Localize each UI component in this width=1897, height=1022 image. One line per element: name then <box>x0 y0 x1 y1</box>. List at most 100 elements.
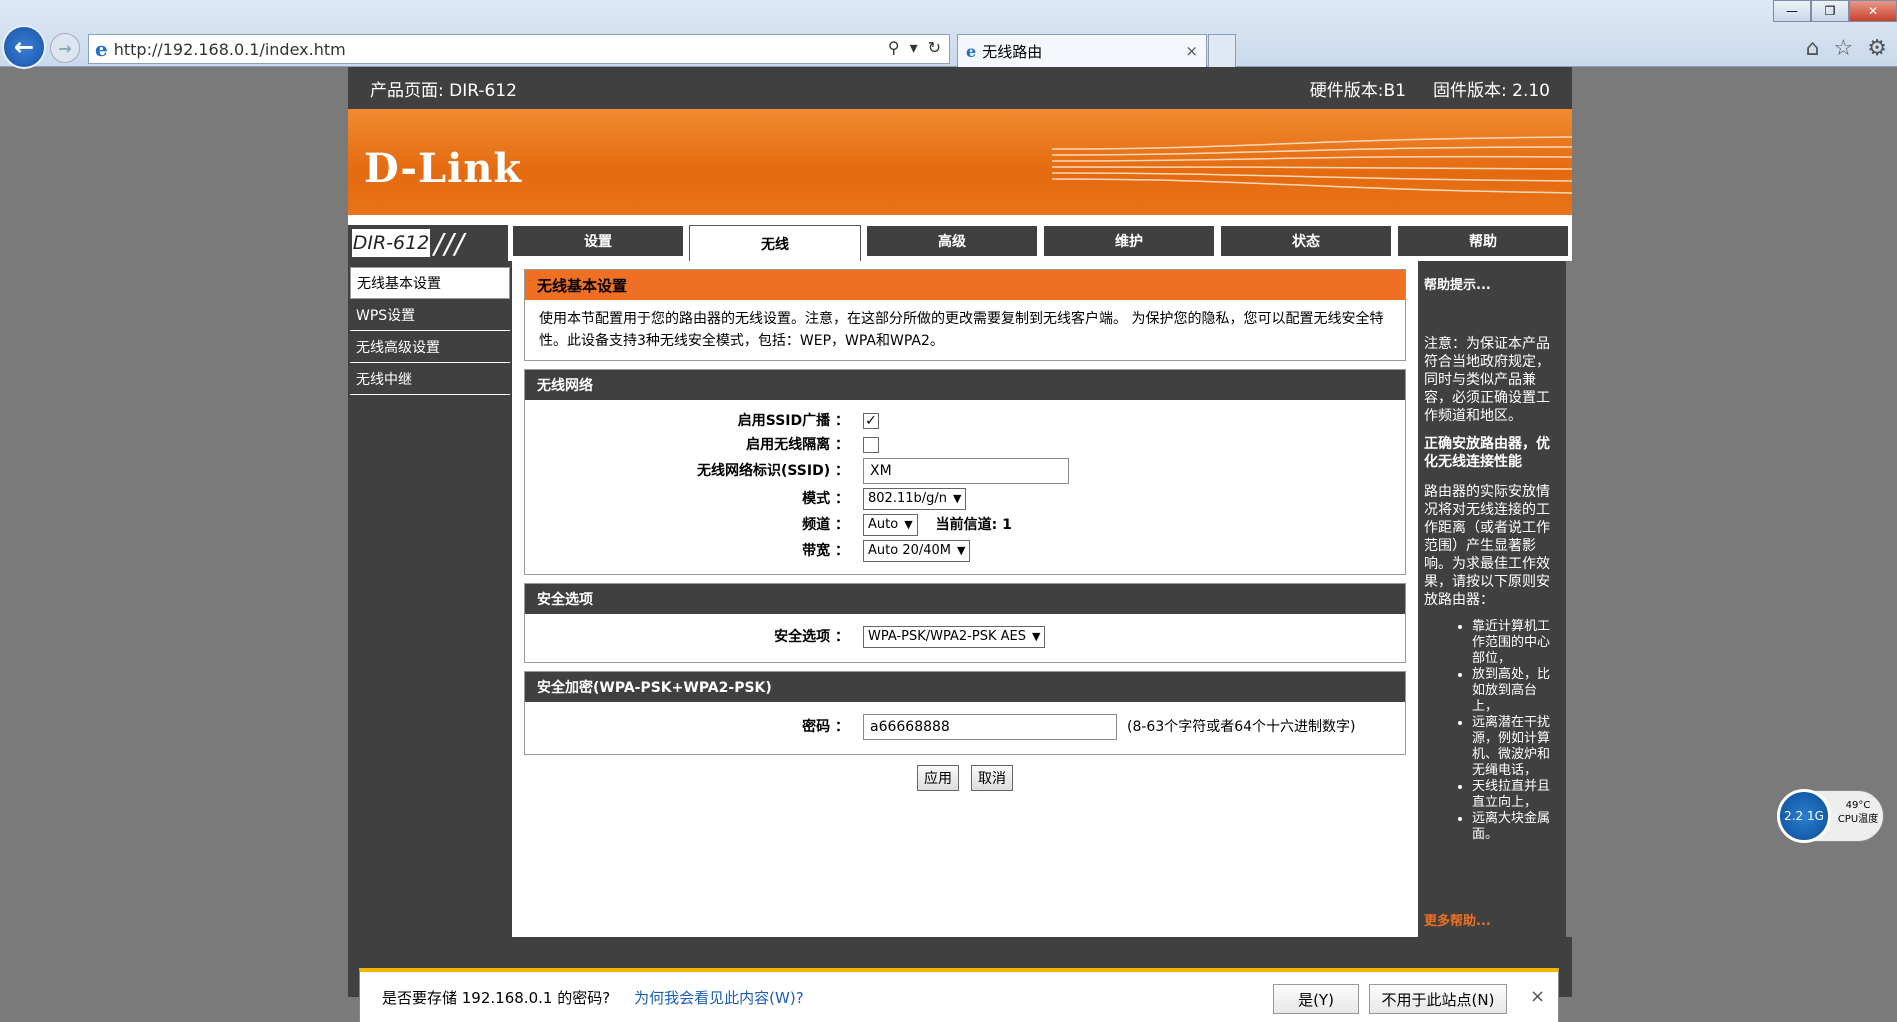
arrow-left-icon: ← <box>13 33 35 61</box>
main-body: 无线基本设置 WPS设置 无线高级设置 无线中继 无线基本设置 使用本节配置用于… <box>348 261 1572 937</box>
security-title: 安全选项 <box>525 584 1405 614</box>
security-option-value: WPA-PSK/WPA2-PSK AES <box>868 629 1026 644</box>
model-name: DIR-612 <box>352 229 430 257</box>
security-box: 安全选项 安全选项 ： WPA-PSK/WPA2-PSK AES ▼ <box>524 583 1406 663</box>
tab-ie-icon: e <box>966 41 977 61</box>
bandwidth-select[interactable]: Auto 20/40M ▼ <box>863 540 971 562</box>
tab-wireless[interactable]: 无线 <box>689 225 861 261</box>
new-tab-button[interactable] <box>1208 34 1236 67</box>
why-link[interactable]: 为何我会看见此内容(W)? <box>634 987 804 1008</box>
list-item: 天线拉直并且直立向上， <box>1472 779 1560 811</box>
sidebar-item-repeater[interactable]: 无线中继 <box>350 363 510 395</box>
basic-settings-title: 无线基本设置 <box>525 270 1405 300</box>
window-close-button[interactable]: ✕ <box>1849 0 1897 22</box>
browser-tab[interactable]: e 无线路由 × <box>957 34 1207 67</box>
security-option-select[interactable]: WPA-PSK/WPA2-PSK AES ▼ <box>863 626 1046 648</box>
top-info-bar: 产品页面: DIR-612 硬件版本:B1 固件版本: 2.10 <box>348 67 1572 109</box>
sidebar: 无线基本设置 WPS设置 无线高级设置 无线中继 <box>348 261 512 937</box>
home-icon[interactable]: ⌂ <box>1806 36 1820 61</box>
isolation-label: 启用无线隔离 ： <box>746 437 849 453</box>
tab-maintenance[interactable]: 维护 <box>1043 225 1215 257</box>
url-text[interactable]: http://192.168.0.1/index.htm <box>114 40 346 59</box>
basic-settings-box: 无线基本设置 使用本节配置用于您的路由器的无线设置。注意，在这部分所做的更改需要… <box>524 269 1406 361</box>
channel-label: 频道 ： <box>802 517 849 533</box>
banner-decoration <box>1052 136 1572 194</box>
list-item: 远离大块金属面。 <box>1472 811 1560 843</box>
list-item: 靠近计算机工作范围的中心部位， <box>1472 619 1560 667</box>
version-info: 硬件版本:B1 固件版本: 2.10 <box>1310 76 1550 101</box>
channel-select[interactable]: Auto ▼ <box>863 514 918 536</box>
current-channel: 当前信道: 1 <box>935 517 1012 533</box>
hardware-version: 硬件版本:B1 <box>1309 80 1406 101</box>
browser-chrome: ← → e http://192.168.0.1/index.htm ⚲ ▾ ↻… <box>0 0 1897 69</box>
save-never-button[interactable]: 不用于此站点(N) <box>1369 984 1507 1014</box>
cpu-temp-label: CPU温度 <box>1837 814 1879 825</box>
password-label: 密码 ： <box>802 719 849 735</box>
isolation-checkbox[interactable] <box>863 437 879 453</box>
tab-advanced[interactable]: 高级 <box>866 225 1038 257</box>
refresh-icon[interactable]: ↻ <box>928 38 941 57</box>
tab-status[interactable]: 状态 <box>1220 225 1392 257</box>
cpu-temp-value: 49°C <box>1845 800 1871 811</box>
cpu-widget[interactable]: 2.2 1G 49°C CPU温度 <box>1777 789 1884 843</box>
search-icon[interactable]: ⚲ <box>888 38 900 57</box>
close-icon[interactable]: × <box>1530 986 1545 1007</box>
encryption-box: 安全加密(WPA-PSK+WPA2-PSK) 密码 ： a66668888 (8… <box>524 671 1406 755</box>
apply-button[interactable]: 应用 <box>917 765 959 791</box>
hints-paragraph: 路由器的实际安放情况将对无线连接的工作距离（或者说工作范围）产生显著影响。为求最… <box>1424 484 1550 608</box>
ssid-broadcast-label: 启用SSID广播 ： <box>737 413 849 429</box>
bandwidth-label: 带宽 ： <box>802 543 849 559</box>
channel-value: Auto <box>868 517 899 532</box>
tab-setup[interactable]: 设置 <box>512 225 684 257</box>
wireless-network-box: 无线网络 启用SSID广播 ： ✓ 启用无线隔离 ： 无线网络标识(SSID) … <box>524 369 1406 575</box>
ie-icon: e <box>95 37 108 61</box>
list-item: 远离潜在干扰源，例如计算机、微波炉和无绳电话， <box>1472 715 1560 779</box>
hints-list: 靠近计算机工作范围的中心部位， 放到高处，比如放到高台上， 远离潜在干扰源，例如… <box>1424 619 1560 843</box>
password-input[interactable]: a66668888 <box>863 714 1117 740</box>
sidebar-item-wireless-basic[interactable]: 无线基本设置 <box>350 267 510 299</box>
restore-button[interactable]: ❐ <box>1811 0 1849 22</box>
bandwidth-value: Auto 20/40M <box>868 543 951 558</box>
ssid-label: 无线网络标识(SSID) ： <box>696 463 849 479</box>
hints-title: 帮助提示... <box>1424 278 1491 293</box>
main-tabs: DIR-612 / / / 设置 无线 高级 维护 状态 帮助 <box>348 221 1572 261</box>
gear-icon[interactable]: ⚙ <box>1867 36 1887 61</box>
ssid-input[interactable]: XM <box>863 458 1069 484</box>
chevron-down-icon: ▼ <box>904 518 913 531</box>
minimize-button[interactable]: — <box>1773 0 1811 22</box>
save-yes-button[interactable]: 是(Y) <box>1273 984 1359 1014</box>
back-button[interactable]: ← <box>2 25 46 69</box>
dlink-banner: D-Link <box>348 109 1572 221</box>
dropdown-icon[interactable]: ▾ <box>910 38 918 57</box>
arrow-right-icon: → <box>58 38 72 58</box>
sidebar-item-wps[interactable]: WPS设置 <box>350 299 510 331</box>
chevron-down-icon: ▼ <box>953 492 962 505</box>
tab-help[interactable]: 帮助 <box>1397 225 1569 257</box>
action-buttons: 应用 取消 <box>524 765 1406 791</box>
sidebar-item-wireless-advanced[interactable]: 无线高级设置 <box>350 331 510 363</box>
save-password-question: 是否要存储 192.168.0.1 的密码? <box>382 988 611 1007</box>
ssid-broadcast-checkbox[interactable]: ✓ <box>863 413 879 429</box>
more-help-link[interactable]: 更多帮助... <box>1424 913 1491 931</box>
router-page: 产品页面: DIR-612 硬件版本:B1 固件版本: 2.10 D-Link … <box>348 67 1572 997</box>
list-item: 放到高处，比如放到高台上， <box>1472 667 1560 715</box>
save-password-bar: 是否要存储 192.168.0.1 的密码? 为何我会看见此内容(W)? 是(Y… <box>359 968 1559 1022</box>
security-option-label: 安全选项 ： <box>774 629 849 645</box>
model-badge: DIR-612 / / / <box>348 225 508 261</box>
slash-decoration: / / / <box>434 227 464 260</box>
hints-subtitle: 正确安放路由器，优化无线连接性能 <box>1424 436 1550 470</box>
cancel-button[interactable]: 取消 <box>971 765 1013 791</box>
content-area: 无线基本设置 使用本节配置用于您的路由器的无线设置。注意，在这部分所做的更改需要… <box>512 261 1418 937</box>
product-page-label: 产品页面: DIR-612 <box>370 80 517 101</box>
address-bar[interactable]: e http://192.168.0.1/index.htm ⚲ ▾ ↻ <box>88 34 950 64</box>
mode-label: 模式 ： <box>802 491 849 507</box>
star-icon[interactable]: ☆ <box>1834 36 1854 61</box>
wireless-network-title: 无线网络 <box>525 370 1405 400</box>
chevron-down-icon: ▼ <box>1031 630 1041 643</box>
tab-close-icon[interactable]: × <box>1185 42 1198 60</box>
mode-value: 802.11b/g/n <box>868 491 947 506</box>
mode-select[interactable]: 802.11b/g/n ▼ <box>863 488 967 510</box>
forward-button[interactable]: → <box>50 33 80 63</box>
firmware-version: 固件版本: 2.10 <box>1433 80 1550 101</box>
dlink-logo: D-Link <box>364 145 523 192</box>
